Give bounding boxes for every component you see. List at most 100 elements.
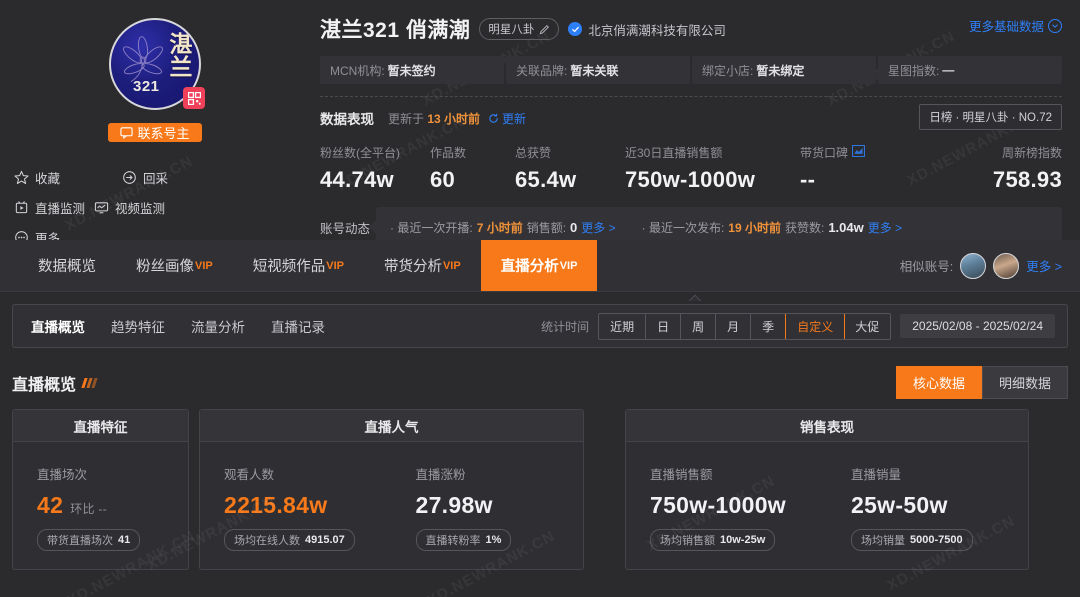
dynamics-last-post-more[interactable]: 更多 > bbox=[868, 219, 902, 236]
divider bbox=[320, 96, 1062, 97]
metric-live-volume-pill-label: 场均销量 bbox=[861, 535, 905, 547]
metric-live-gmv-pill: 场均销售额 10w-25w bbox=[650, 529, 776, 551]
rank-badge[interactable]: 日榜 · 明星八卦 · NO.72 bbox=[919, 104, 1062, 130]
stat-likes-value: 65.4w bbox=[515, 167, 577, 192]
chart-icon[interactable] bbox=[852, 145, 865, 160]
meta-mcn-value: 暂未签约 bbox=[387, 63, 436, 78]
toggle-detail-data[interactable]: 明细数据 bbox=[981, 366, 1068, 399]
dynamics-last-post-prefix: · 最近一次发布: bbox=[641, 220, 725, 235]
subtab-live-overview[interactable]: 直播概览 bbox=[31, 316, 85, 336]
tab-ecommerce-analysis[interactable]: 带货分析 VIP bbox=[364, 240, 481, 291]
stat-likes-label: 总获赞 bbox=[515, 146, 552, 160]
meta-xingtu: 星图指数: — bbox=[878, 56, 1062, 84]
metric-live-volume: 直播销量 25w-50w 场均销量 5000-7500 bbox=[827, 464, 1028, 551]
tab-live-analysis[interactable]: 直播分析 VIP bbox=[480, 240, 598, 291]
date-range-picker[interactable]: 2025/02/08 - 2025/02/24 bbox=[900, 314, 1055, 338]
category-tag-label: 明星八卦 bbox=[488, 24, 535, 36]
tab-fan-portrait[interactable]: 粉丝画像 VIP bbox=[116, 240, 233, 291]
range-promotion[interactable]: 大促 bbox=[844, 314, 890, 339]
contact-owner-button[interactable]: 联系号主 bbox=[108, 123, 202, 142]
edit-icon bbox=[540, 24, 550, 34]
dynamics-last-live-metric-value: 0 bbox=[570, 219, 578, 235]
metric-viewers-label: 观看人数 bbox=[224, 468, 275, 482]
action-live-monitor[interactable]: 直播监测 bbox=[13, 192, 93, 222]
dynamics-last-live-prefix: · 最近一次开播: bbox=[390, 220, 473, 235]
card-live-popularity-title: 直播人气 bbox=[200, 410, 583, 442]
overview-title: 直播概览 bbox=[12, 376, 77, 394]
metric-live-sessions: 直播场次 42 环比 -- 带货直播场次 41 bbox=[13, 464, 141, 551]
dynamics-last-live-more[interactable]: 更多 > bbox=[581, 219, 615, 236]
account-dynamics-label: 账号动态 bbox=[320, 221, 371, 236]
metric-live-sessions-label: 直播场次 bbox=[37, 468, 88, 482]
category-tag[interactable]: 明星八卦 bbox=[479, 18, 560, 40]
tab-data-overview[interactable]: 数据概览 bbox=[18, 240, 116, 291]
meta-brand-value: 暂未关联 bbox=[570, 63, 619, 78]
similar-account-avatar-2[interactable] bbox=[993, 252, 1020, 279]
similar-accounts-more[interactable]: 更多 > bbox=[1026, 256, 1062, 275]
profile-actions: 收藏 回采 直播监测 视频监测 更多 bbox=[5, 162, 305, 252]
stat-weekly-index-value: 758.93 bbox=[992, 167, 1062, 192]
message-icon bbox=[120, 127, 134, 139]
profile-header: 湛兰 321 联系号主 收藏 回采 直播监测 视频监测 更多 湛兰321 俏满潮… bbox=[0, 0, 1080, 247]
meta-xingtu-value: — bbox=[942, 63, 955, 77]
metric-live-volume-value: 25w-50w bbox=[851, 492, 948, 518]
page-root: XD.NEWRANK.CN XD.NEWRANK.CN XD.NEWRANK.C… bbox=[0, 0, 1080, 597]
account-title-row: 湛兰321 俏满潮 明星八卦 北京俏满潮科技有限公司 bbox=[320, 14, 1062, 44]
refresh-button[interactable]: 更新 bbox=[488, 110, 526, 127]
verified-icon bbox=[568, 22, 583, 36]
card-live-features-body: 直播场次 42 环比 -- 带货直播场次 41 bbox=[13, 442, 188, 569]
performance-updated-prefix: 更新于 bbox=[388, 111, 425, 126]
meta-shop-label: 绑定小店: bbox=[702, 63, 754, 78]
toggle-core-data[interactable]: 核心数据 bbox=[895, 366, 982, 399]
subtab-live-records[interactable]: 直播记录 bbox=[271, 316, 325, 336]
company-info: 北京俏满潮科技有限公司 bbox=[568, 20, 726, 39]
stat-weekly-index-label: 周新榜指数 bbox=[1001, 146, 1062, 160]
range-quarter[interactable]: 季 bbox=[751, 313, 787, 339]
range-month[interactable]: 月 bbox=[716, 313, 752, 339]
douyin-qr-badge[interactable] bbox=[183, 87, 205, 109]
stat-reputation-label-text: 带货口碑 bbox=[800, 146, 849, 160]
range-day[interactable]: 日 bbox=[646, 313, 682, 339]
range-week[interactable]: 周 bbox=[681, 313, 717, 339]
subtab-trend-features[interactable]: 趋势特征 bbox=[111, 316, 165, 336]
stat-reputation-value: -- bbox=[800, 167, 816, 192]
tab-live-analysis-label: 直播分析 bbox=[500, 259, 559, 275]
subtab-traffic-analysis[interactable]: 流量分析 bbox=[191, 316, 245, 336]
tab-live-analysis-vip: VIP bbox=[559, 259, 578, 272]
metric-live-gmv-pill-label: 场均销售额 bbox=[660, 535, 715, 547]
metric-viewers: 观看人数 2215.84w 场均在线人数 4915.07 bbox=[200, 464, 392, 551]
metric-fan-growth-value: 27.98w bbox=[415, 492, 493, 518]
more-basic-data-link[interactable]: 更多基础数据 bbox=[969, 16, 1062, 35]
metric-live-gmv-pill-value: 10w-25w bbox=[720, 534, 766, 546]
stat-live-sales-30d: 近30日直播销售额 750w-1000w bbox=[625, 144, 800, 193]
dynamics-last-live-time: 7 小时前 bbox=[476, 220, 523, 235]
action-refetch[interactable]: 回采 bbox=[121, 162, 233, 192]
time-filter: 统计时间 近期 日 周 月 季 自定义 大促 2025/02/08 - 2025… bbox=[541, 312, 1055, 340]
similar-account-avatar-1[interactable] bbox=[960, 252, 987, 279]
card-sales-performance-body: 直播销售额 750w-1000w 场均销售额 10w-25w 直播销量 25w-… bbox=[626, 442, 1028, 569]
refresh-icon bbox=[489, 113, 498, 123]
video-monitor-icon bbox=[93, 199, 109, 215]
metric-live-gmv-label: 直播销售额 bbox=[650, 468, 713, 482]
star-icon bbox=[13, 169, 29, 185]
metric-fan-growth-pill-value: 1% bbox=[485, 534, 502, 546]
range-custom[interactable]: 自定义 bbox=[785, 313, 846, 339]
meta-shop-value: 暂未绑定 bbox=[756, 63, 805, 78]
profile-right-column: 湛兰321 俏满潮 明星八卦 北京俏满潮科技有限公司 更多基础数据 MCN机构:… bbox=[310, 0, 1080, 247]
range-recent[interactable]: 近期 bbox=[599, 313, 647, 339]
action-live-monitor-label: 直播监测 bbox=[35, 201, 86, 216]
metric-live-sessions-value-wrap: 42 环比 -- bbox=[37, 492, 140, 519]
meta-row: MCN机构: 暂未签约 关联品牌: 暂未关联 绑定小店: 暂未绑定 星图指数: — bbox=[320, 56, 1062, 84]
tab-short-video-label: 短视频作品 bbox=[252, 259, 326, 275]
action-video-monitor[interactable]: 视频监测 bbox=[93, 192, 201, 222]
tab-short-video[interactable]: 短视频作品 VIP bbox=[233, 240, 364, 291]
sub-nav-wrapper: 直播概览 趋势特征 流量分析 直播记录 统计时间 近期 日 周 月 季 自定义 … bbox=[0, 292, 1080, 348]
tab-short-video-vip: VIP bbox=[326, 259, 344, 272]
action-favorite[interactable]: 收藏 bbox=[13, 162, 121, 192]
stat-reputation-label: 带货口碑 bbox=[800, 144, 940, 161]
stat-followers-label: 粉丝数(全平台) bbox=[320, 146, 400, 160]
time-filter-label: 统计时间 bbox=[541, 319, 590, 334]
card-sales-performance-title: 销售表现 bbox=[626, 410, 1028, 442]
stat-reputation: 带货口碑 -- bbox=[800, 144, 940, 193]
more-basic-data-label: 更多基础数据 bbox=[968, 20, 1044, 34]
